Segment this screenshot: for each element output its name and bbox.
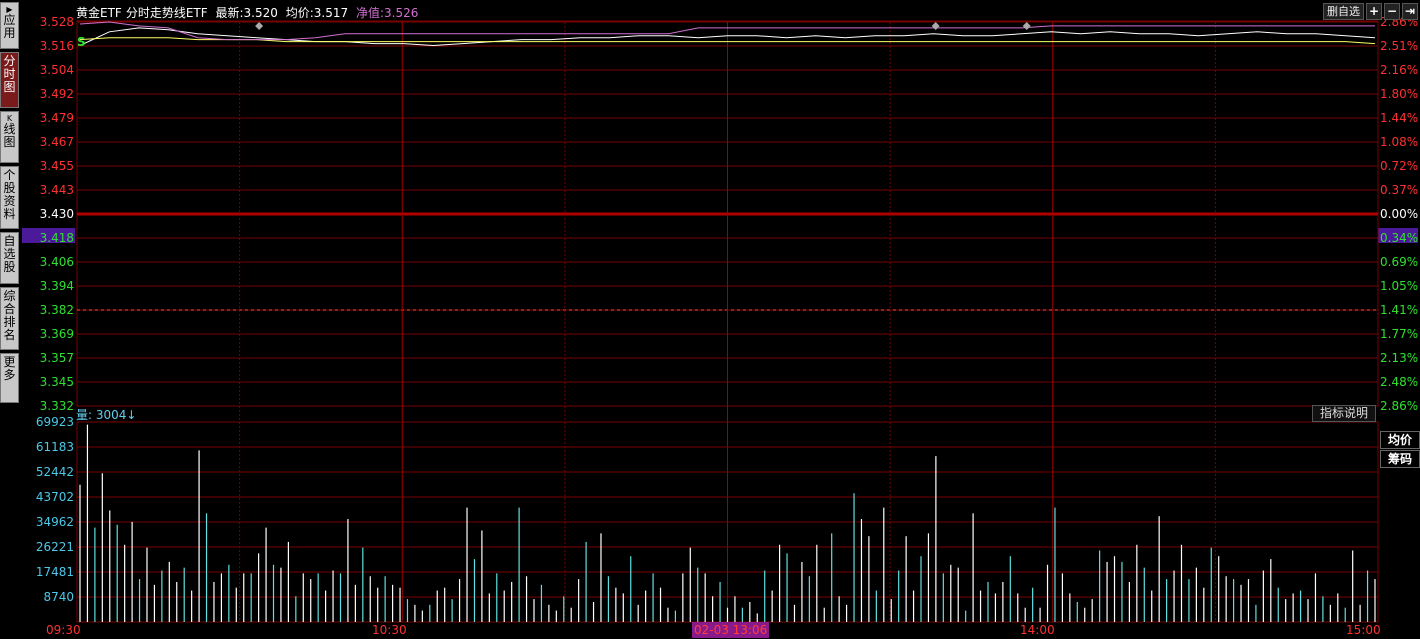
start-marker: S bbox=[77, 35, 86, 49]
percent-tick-label: 0.37% bbox=[1380, 183, 1419, 197]
price-tick-label: 3.357 bbox=[39, 351, 74, 365]
price-tick-label: 3.394 bbox=[39, 279, 74, 293]
indicator-help-button[interactable]: 指标说明 bbox=[1312, 405, 1376, 422]
percent-tick-label: 1.77% bbox=[1380, 327, 1419, 341]
price-tick-label: 3.516 bbox=[39, 39, 74, 53]
percent-tick-label: 1.80% bbox=[1380, 87, 1419, 101]
percent-tick-label: 2.86% bbox=[1380, 399, 1419, 413]
percent-tick-label: 1.41% bbox=[1380, 303, 1419, 317]
volume-tick-label: 26221 bbox=[35, 540, 74, 554]
avg-label: 均价: bbox=[285, 6, 314, 20]
chart-header: 黄金ETF 分时走势线ETF 最新:3.520 均价:3.517 净值:3.526 bbox=[76, 4, 422, 21]
percent-tick-label: 0.00% bbox=[1380, 207, 1419, 221]
price-tick-label: 3.345 bbox=[39, 375, 74, 389]
down-arrow-icon: ↓ bbox=[126, 408, 137, 422]
price-tick-label: 3.332 bbox=[39, 399, 74, 413]
percent-tick-label: 1.08% bbox=[1380, 135, 1419, 149]
event-marker bbox=[1022, 22, 1031, 30]
time-label: 10:30 bbox=[372, 623, 407, 637]
percent-tick-label: 1.05% bbox=[1380, 279, 1419, 293]
percent-tick-label: 0.34% bbox=[1380, 231, 1419, 245]
nav-label: 净值: bbox=[355, 6, 384, 20]
price-tick-label: 3.455 bbox=[39, 159, 74, 173]
price-tick-label: 3.382 bbox=[39, 303, 74, 317]
nav-value: 3.526 bbox=[384, 6, 419, 20]
time-label: 15:00 bbox=[1346, 623, 1381, 637]
volume-tick-label: 61183 bbox=[35, 439, 74, 454]
volume-label: 量: 3004↓ bbox=[76, 406, 136, 423]
time-label: 09:30 bbox=[46, 623, 81, 637]
price-tick-label: 3.443 bbox=[39, 183, 74, 197]
price-tick-label: 3.430 bbox=[39, 207, 74, 221]
price-tick-label: 3.479 bbox=[39, 111, 74, 125]
volume-tick-label: 52442 bbox=[35, 465, 74, 479]
volume-tick-label: 69923 bbox=[35, 415, 74, 429]
latest-label: 最新: bbox=[215, 6, 244, 20]
price-tick-label: 3.467 bbox=[39, 135, 74, 149]
app-window: ▶ 应用 分时图 K 线图 个股资料 自选股 综合排名 更多 S 3.528 3.… bbox=[0, 0, 1420, 639]
price-tick-label: 3.528 bbox=[39, 15, 74, 29]
chart-toolbar: 删自选 + − ⇥ bbox=[1323, 3, 1418, 20]
event-marker bbox=[931, 22, 940, 30]
security-name: 黄金ETF bbox=[76, 6, 122, 20]
event-marker bbox=[255, 22, 264, 30]
percent-tick-label: 2.16% bbox=[1380, 63, 1419, 77]
price-tick-label: 3.406 bbox=[39, 255, 74, 269]
latest-value: 3.520 bbox=[243, 6, 278, 20]
percent-tick-label: 2.13% bbox=[1380, 351, 1419, 365]
plus-icon[interactable]: + bbox=[1366, 3, 1382, 20]
chart-name: 分时走势线ETF bbox=[125, 6, 208, 20]
avg-value: 3.517 bbox=[313, 6, 349, 20]
chip-distribution-button[interactable]: 筹码 bbox=[1380, 450, 1420, 468]
price-tick-label: 3.492 bbox=[39, 87, 74, 101]
volume-tick-label: 8740 bbox=[43, 590, 74, 604]
percent-tick-label: 2.48% bbox=[1380, 375, 1419, 389]
percent-tick-label: 0.69% bbox=[1380, 255, 1419, 269]
volume-value: 量: 3004 bbox=[76, 408, 127, 422]
exit-icon[interactable]: ⇥ bbox=[1402, 3, 1418, 20]
volume-tick-label: 17481 bbox=[35, 564, 74, 579]
percent-tick-label: 0.72% bbox=[1380, 159, 1419, 173]
minus-icon[interactable]: − bbox=[1384, 3, 1400, 20]
volume-tick-label: 43702 bbox=[35, 489, 74, 504]
chart-canvas[interactable]: S bbox=[0, 0, 1420, 639]
price-tick-label: 3.369 bbox=[39, 327, 74, 341]
price-tick-label: 3.504 bbox=[39, 63, 74, 77]
avg-price-button[interactable]: 均价 bbox=[1380, 431, 1420, 449]
time-label: 14:00 bbox=[1020, 623, 1055, 637]
cursor-time-label: 02-03 13:06 bbox=[692, 622, 770, 638]
volume-tick-label: 34962 bbox=[35, 514, 74, 529]
price-tick-label: 3.418 bbox=[39, 231, 74, 245]
delete-watchlist-button[interactable]: 删自选 bbox=[1323, 3, 1364, 20]
percent-tick-label: 2.51% bbox=[1380, 39, 1419, 53]
percent-tick-label: 1.44% bbox=[1380, 111, 1419, 125]
